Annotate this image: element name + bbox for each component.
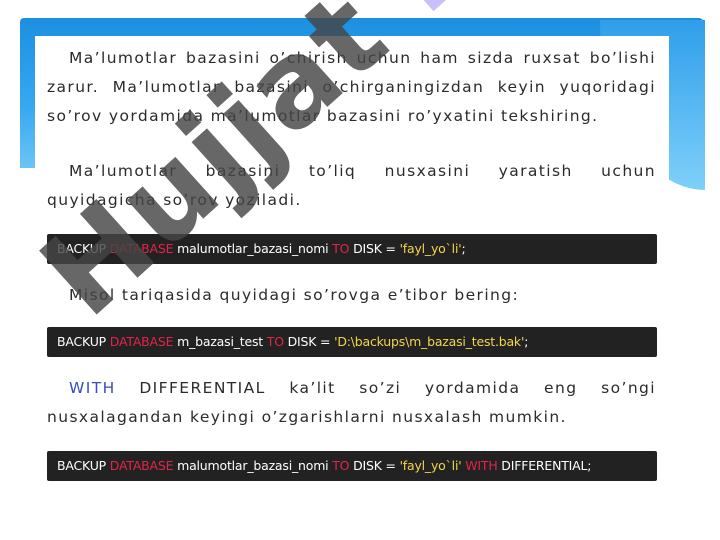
code-keyword: TO	[332, 458, 350, 473]
code-text: m_bazasi_test	[173, 334, 267, 349]
code-text: ;	[461, 241, 466, 256]
with-keyword: WITH	[69, 379, 116, 397]
code-string: 'fayl_yo`li'	[399, 241, 462, 256]
paragraph-text: DIFFERENTIAL ka’lit so’zi yordamida eng …	[47, 379, 656, 426]
code-string: 'D:\backups\m_bazasi_test.bak'	[334, 334, 525, 349]
code-string: 'fayl_yo`li'	[399, 458, 462, 473]
paragraph-differential: WITH DIFFERENTIAL ka’lit so’zi yordamida…	[47, 374, 656, 432]
code-keyword: DATABASE	[109, 458, 174, 473]
code-text: malumotlar_bazasi_nomi	[173, 458, 333, 473]
code-keyword: TO	[332, 241, 350, 256]
code-text: DISK =	[349, 241, 400, 256]
code-keyword: WITH	[461, 458, 498, 473]
code-text: DISK =	[349, 458, 400, 473]
code-text: DIFFERENTIAL;	[497, 458, 592, 473]
code-keyword: TO	[266, 334, 284, 349]
code-text: DISK =	[283, 334, 335, 349]
code-text: BACKUP	[57, 458, 110, 473]
code-text: ;	[524, 334, 529, 349]
code-keyword: DATABASE	[109, 334, 174, 349]
code-block-differential-backup: BACKUP DATABASE malumotlar_bazasi_nomi T…	[47, 451, 657, 481]
code-block-backup-example: BACKUP DATABASE m_bazasi_test TO DISK = …	[47, 327, 657, 357]
